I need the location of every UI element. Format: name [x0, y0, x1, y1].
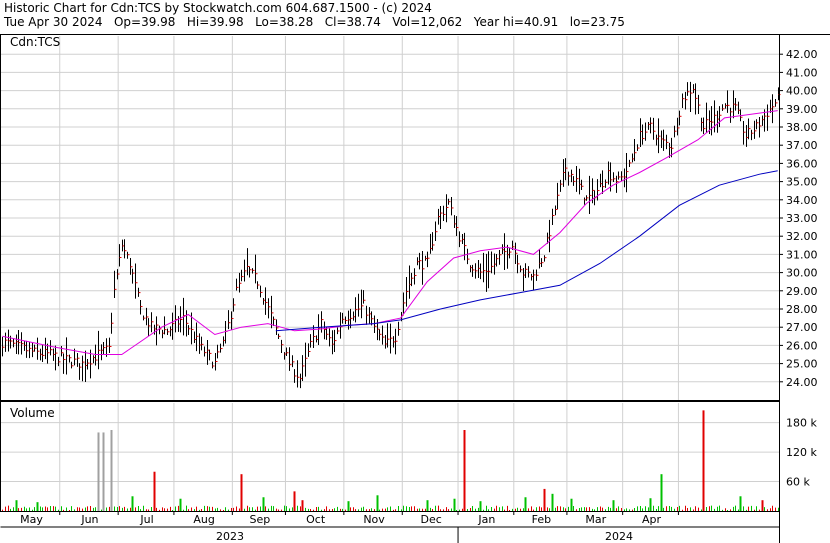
stock-chart: 24.00 25.00 26.00 27.00 28.00 29.00 30.00 31.00… — [0, 34, 830, 543]
ma-long-line — [275, 170, 778, 332]
month-label: Jan — [477, 513, 495, 526]
price-tick-label: 40.00 — [786, 85, 818, 98]
month-label: May — [20, 513, 43, 526]
month-label: Mar — [585, 513, 606, 526]
axes: 24.00 25.00 26.00 27.00 28.00 29.00 30.00 31.00… — [0, 34, 830, 543]
volume-tick-label: 60 k — [786, 476, 810, 489]
price-tick-label: 24.00 — [786, 376, 818, 389]
price-tick-label: 25.00 — [786, 358, 818, 371]
price-tick-label: 31.00 — [786, 248, 818, 261]
month-label: Feb — [532, 513, 551, 526]
price-tick-label: 35.00 — [786, 176, 818, 189]
month-label: Apr — [642, 513, 662, 526]
volume-panel-border — [0, 401, 780, 512]
month-label: Aug — [193, 513, 214, 526]
volume-tick-label: 180 k — [786, 417, 817, 430]
price-tick-label: 42.00 — [786, 48, 818, 61]
month-label: Sep — [250, 513, 271, 526]
price-tick-label: 39.00 — [786, 103, 818, 116]
price-tick-label: 33.00 — [786, 212, 818, 225]
price-tick-label: 26.00 — [786, 339, 818, 352]
month-label: Jul — [139, 513, 153, 526]
price-tick-label: 27.00 — [786, 321, 818, 334]
price-tick-label: 30.00 — [786, 267, 818, 280]
price-tick-label: 37.00 — [786, 139, 818, 152]
price-tick-label: 36.00 — [786, 157, 818, 170]
price-tick-label: 34.00 — [786, 194, 818, 207]
price-tick-label: 28.00 — [786, 303, 818, 316]
price-tick-label: 32.00 — [786, 230, 818, 243]
month-label: Jun — [80, 513, 98, 526]
month-label: Nov — [363, 513, 385, 526]
price-bars — [2, 81, 781, 389]
price-tick-label: 38.00 — [786, 121, 818, 134]
symbol-label: Cdn:TCS — [10, 35, 60, 49]
volume-label: Volume — [10, 406, 55, 420]
volume-bars — [2, 410, 779, 511]
year-label: 2024 — [605, 530, 633, 543]
year-label: 2023 — [216, 530, 244, 543]
price-tick-label: 29.00 — [786, 285, 818, 298]
price-tick-label: 41.00 — [786, 66, 818, 79]
month-label: Dec — [421, 513, 442, 526]
volume-tick-label: 120 k — [786, 446, 817, 459]
month-label: Oct — [306, 513, 326, 526]
